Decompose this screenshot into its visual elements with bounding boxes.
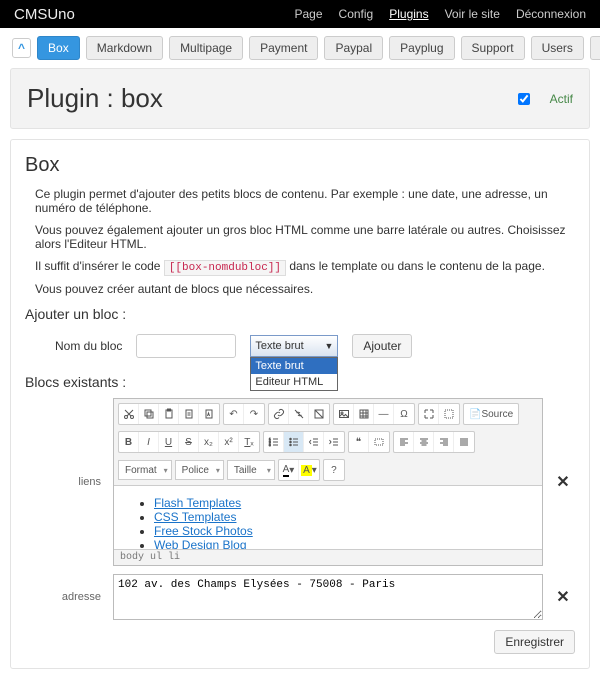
plugin-panel: Box Ce plugin permet d'ajouter des petit…	[10, 139, 590, 669]
superscript-icon[interactable]: x²	[219, 432, 239, 452]
option-editeur-html[interactable]: Editeur HTML	[251, 374, 337, 390]
cut-icon[interactable]	[119, 404, 139, 424]
tab-multipage[interactable]: Multipage	[169, 36, 243, 60]
content-link[interactable]: Web Design Blog	[154, 538, 247, 549]
outdent-icon[interactable]	[304, 432, 324, 452]
strike-icon[interactable]: S	[179, 432, 199, 452]
shortcode-example: [[box-nomdubloc]]	[164, 260, 286, 276]
topbar: CMSUno Page Config Plugins Voir le site …	[0, 0, 600, 28]
page-header: Plugin : box Actif	[10, 68, 590, 129]
ckeditor-liens: ↶↷ ―Ω 📄 Source BIUSx₂x²Tₓ 123 ❝ Format P…	[113, 398, 543, 566]
align-justify-icon[interactable]	[454, 432, 474, 452]
add-block-heading: Ajouter un bloc :	[25, 306, 575, 322]
tab-support[interactable]: Support	[461, 36, 525, 60]
delete-block-adresse[interactable]: ✕	[551, 587, 575, 607]
indent-icon[interactable]	[324, 432, 344, 452]
special-char-icon[interactable]: Ω	[394, 404, 414, 424]
nav-voir-site[interactable]: Voir le site	[445, 7, 500, 21]
panel-heading: Box	[25, 154, 575, 177]
nav-page[interactable]: Page	[295, 7, 323, 21]
tab-paypal[interactable]: Paypal	[324, 36, 383, 60]
copy-icon[interactable]	[139, 404, 159, 424]
add-block-row: Nom du bloc Texte brut▼ Texte brut Edite…	[25, 328, 575, 364]
size-combo[interactable]: Taille	[227, 460, 275, 480]
add-button[interactable]: Ajouter	[352, 334, 412, 358]
nav-plugins[interactable]: Plugins	[389, 7, 428, 21]
bg-color-icon[interactable]: A▾	[299, 460, 319, 480]
numbered-list-icon[interactable]: 123	[264, 432, 284, 452]
save-button[interactable]: Enregistrer	[494, 630, 575, 654]
hr-icon[interactable]: ―	[374, 404, 394, 424]
align-right-icon[interactable]	[434, 432, 454, 452]
tab-users[interactable]: Users	[531, 36, 584, 60]
tab-box[interactable]: Box	[37, 36, 80, 60]
status-badge: Actif	[550, 92, 573, 106]
nav-config[interactable]: Config	[339, 7, 374, 21]
ckeditor-elements-path[interactable]: body ul li	[114, 549, 542, 565]
maximize-icon[interactable]	[419, 404, 439, 424]
ckeditor-content[interactable]: Flash Templates CSS Templates Free Stock…	[114, 486, 542, 549]
plugin-tabs: ^ Box Markdown Multipage Payment Paypal …	[0, 28, 600, 68]
intro-line-2: Vous pouvez également ajouter un gros bl…	[35, 223, 575, 251]
align-left-icon[interactable]	[394, 432, 414, 452]
tab-payment[interactable]: Payment	[249, 36, 318, 60]
blockquote-icon[interactable]: ❝	[349, 432, 369, 452]
show-blocks-icon[interactable]	[439, 404, 459, 424]
plugin-enabled-checkbox[interactable]	[518, 93, 530, 105]
format-combo[interactable]: Format	[118, 460, 172, 480]
intro-line-1: Ce plugin permet d'ajouter des petits bl…	[35, 187, 575, 215]
block-type-dropdown: Texte brut Editeur HTML	[250, 357, 338, 391]
tab-payplug[interactable]: Payplug	[389, 36, 454, 60]
remove-format-icon[interactable]: Tₓ	[239, 432, 259, 452]
content-link[interactable]: Free Stock Photos	[154, 524, 253, 538]
anchor-icon[interactable]	[309, 404, 329, 424]
delete-block-liens[interactable]: ✕	[551, 472, 575, 492]
font-combo[interactable]: Police	[175, 460, 224, 480]
block-label-adresse: adresse	[25, 591, 105, 603]
subscript-icon[interactable]: x₂	[199, 432, 219, 452]
underline-icon[interactable]: U	[159, 432, 179, 452]
intro-line-4: Vous pouvez créer autant de blocs que né…	[35, 282, 575, 296]
bold-icon[interactable]: B	[119, 432, 139, 452]
nav-deconnexion[interactable]: Déconnexion	[516, 7, 586, 21]
about-icon[interactable]: ?	[324, 460, 344, 480]
content-link[interactable]: Flash Templates	[154, 496, 241, 510]
block-name-label: Nom du bloc	[55, 339, 122, 353]
block-type-select[interactable]: Texte brut▼ Texte brut Editeur HTML	[250, 335, 338, 357]
table-icon[interactable]	[354, 404, 374, 424]
text-color-icon[interactable]: A▾	[279, 460, 299, 480]
publish-button[interactable]: Publier	[590, 36, 600, 60]
intro-line-3: Il suffit d'insérer le code [[box-nomdub…	[35, 259, 575, 274]
redo-icon[interactable]: ↷	[244, 404, 264, 424]
svg-text:3: 3	[269, 443, 271, 447]
link-icon[interactable]	[269, 404, 289, 424]
brand: CMSUno	[14, 6, 75, 23]
top-nav: Page Config Plugins Voir le site Déconne…	[295, 7, 587, 21]
textarea-adresse[interactable]	[113, 574, 543, 620]
page-title: Plugin : box	[27, 83, 163, 114]
unlink-icon[interactable]	[289, 404, 309, 424]
block-label-liens: liens	[25, 476, 105, 488]
align-center-icon[interactable]	[414, 432, 434, 452]
tab-markdown[interactable]: Markdown	[86, 36, 163, 60]
ckeditor-toolbar: ↶↷ ―Ω 📄 Source BIUSx₂x²Tₓ 123 ❝ Format P…	[114, 399, 542, 486]
italic-icon[interactable]: I	[139, 432, 159, 452]
content-link[interactable]: CSS Templates	[154, 510, 236, 524]
paste-text-icon[interactable]	[179, 404, 199, 424]
bullet-list-icon[interactable]	[284, 432, 304, 452]
collapse-toggle[interactable]: ^	[12, 38, 31, 58]
undo-icon[interactable]: ↶	[224, 404, 244, 424]
option-texte-brut[interactable]: Texte brut	[251, 358, 337, 374]
div-icon[interactable]	[369, 432, 389, 452]
paste-icon[interactable]	[159, 404, 179, 424]
source-button[interactable]: 📄 Source	[464, 404, 518, 424]
image-icon[interactable]	[334, 404, 354, 424]
block-name-input[interactable]	[136, 334, 236, 358]
paste-word-icon[interactable]	[199, 404, 219, 424]
